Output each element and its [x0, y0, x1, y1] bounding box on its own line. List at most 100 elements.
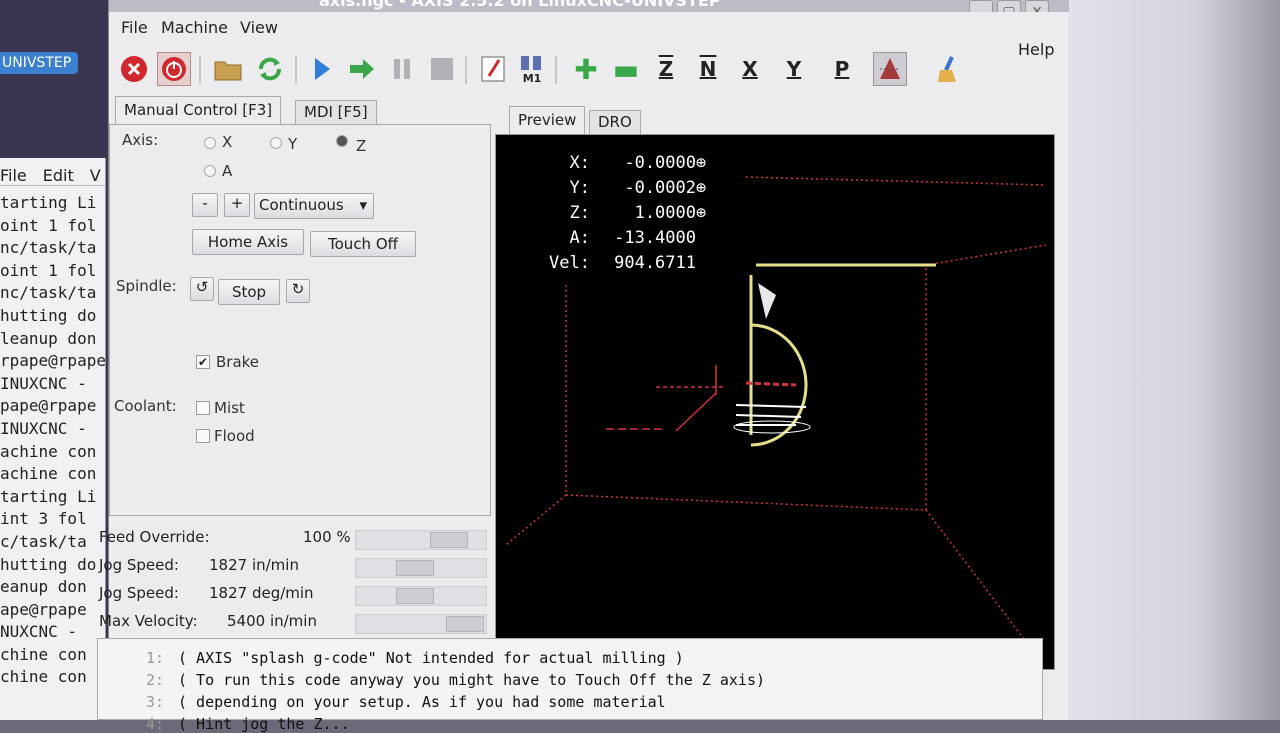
jog-speed-slider[interactable]: [355, 558, 487, 578]
brake-checkbox[interactable]: ✔: [196, 355, 210, 369]
view-z2-button[interactable]: N: [691, 52, 725, 86]
spindle-cw-button[interactable]: ↻: [286, 279, 310, 303]
minus-icon: ▬: [612, 52, 640, 86]
jog-mode-select[interactable]: Continuous ▾: [254, 193, 374, 219]
tab-dro[interactable]: DRO: [589, 110, 641, 134]
max-velocity-slider[interactable]: [355, 614, 487, 634]
feed-override-thumb[interactable]: [430, 532, 468, 548]
block-delete-button[interactable]: [477, 52, 511, 86]
preview-canvas[interactable]: X: -0.0000 ⊕ Y: -0.0002 ⊕ Z: 1.0000 ⊕ A: -13…: [495, 134, 1055, 670]
menu-file[interactable]: File: [121, 18, 148, 37]
close-window-button[interactable]: ✕: [1025, 0, 1049, 12]
terminal-line: hutting do: [0, 554, 97, 574]
axis-z-label: Z: [356, 137, 367, 155]
terminal-menu-edit[interactable]: Edit: [43, 166, 74, 185]
view-y-button[interactable]: Y: [777, 52, 811, 86]
max-velocity-value: 5400 in/min: [227, 612, 317, 630]
mist-checkbox[interactable]: [196, 401, 210, 415]
terminal-line: nc/task/ta: [0, 238, 97, 258]
gcode-listing[interactable]: 1:( AXIS "splash g-code" Not intended fo…: [97, 638, 1043, 733]
feed-override-row: Feed Override: 100 %: [99, 524, 497, 552]
maximize-button[interactable]: ▢: [997, 0, 1021, 12]
jog-speed-value: 1827 in/min: [209, 556, 299, 574]
menu-machine[interactable]: Machine: [161, 18, 228, 37]
m1-label: M1: [522, 71, 542, 85]
axis-y-radio[interactable]: [270, 137, 282, 149]
reload-icon: [259, 57, 281, 81]
origin-axes: [606, 365, 726, 432]
plus-icon: ✚: [574, 52, 598, 86]
axis-y-label: Y: [288, 135, 298, 153]
feed-override-label: Feed Override:: [99, 528, 210, 546]
window-title: axis.ngc - AXIS 2.5.2 on LinuxCNC-UNIVST…: [319, 0, 721, 10]
machine-power-button[interactable]: [157, 52, 191, 86]
power-icon: [162, 57, 186, 81]
rotate-ccw-icon: ↺: [195, 278, 209, 296]
tab-manual-control[interactable]: Manual Control [F3]: [115, 96, 282, 124]
terminal-line: NUXCNC -: [0, 622, 78, 642]
jog-speed-row: Jog Speed: 1827 in/min: [99, 552, 497, 580]
tab-mdi[interactable]: MDI [F5]: [295, 100, 377, 124]
pause-icon: [394, 59, 410, 79]
view-z-button[interactable]: Z: [649, 52, 683, 86]
view-p-label: P: [834, 57, 850, 81]
terminal-line: oint 1 fol: [0, 260, 97, 280]
rotate-view-button[interactable]: [873, 52, 907, 86]
terminal-line: leanup don: [0, 328, 97, 348]
touch-off-button[interactable]: Touch Off: [310, 231, 416, 257]
tab-preview[interactable]: Preview: [509, 106, 586, 134]
view-x-button[interactable]: X: [733, 52, 767, 86]
axis-a-radio[interactable]: [204, 165, 216, 177]
jog-speed-thumb[interactable]: [396, 560, 434, 576]
axis-window: axis.ngc - AXIS 2.5.2 on LinuxCNC-UNIVST…: [97, 0, 1069, 733]
terminal-line: tarting Li: [0, 193, 97, 212]
zoom-in-button[interactable]: ✚: [569, 52, 603, 86]
optional-stop-button[interactable]: M1: [515, 52, 549, 86]
axis-a-label: A: [222, 162, 233, 180]
estop-icon: [121, 56, 147, 82]
jog-minus-button[interactable]: -: [192, 193, 218, 217]
axis-z-radio[interactable]: [336, 135, 348, 147]
axis-x-radio[interactable]: [204, 137, 216, 149]
optional-stop-icon: [521, 55, 541, 70]
view-x-label: X: [742, 57, 758, 81]
cone-icon: [880, 58, 900, 79]
zoom-out-button[interactable]: ▬: [609, 52, 643, 86]
feed-override-slider[interactable]: [355, 530, 487, 550]
flood-label: Flood: [214, 427, 255, 445]
manual-control-panel: Axis: X Y Z A - + Continuous ▾ Home Axis…: [109, 124, 491, 516]
angular-jog-speed-thumb[interactable]: [396, 588, 434, 604]
view-z2-label: N: [699, 57, 717, 81]
terminal-menubar: File Edit V: [0, 158, 105, 186]
reload-button[interactable]: [253, 52, 287, 86]
feed-override-value: 100 %: [303, 528, 351, 546]
terminal-line: nc/task/ta: [0, 283, 97, 303]
max-velocity-row: Max Velocity: 5400 in/min: [99, 608, 497, 636]
view-y-label: Y: [786, 57, 802, 81]
spindle-ccw-button[interactable]: ↺: [190, 277, 214, 301]
estop-button[interactable]: [117, 52, 151, 86]
menu-view[interactable]: View: [240, 18, 278, 37]
stop-icon: [431, 58, 453, 80]
view-p-button[interactable]: P: [825, 52, 859, 86]
spindle-stop-button[interactable]: Stop: [218, 279, 280, 305]
jog-mode-value: Continuous: [259, 196, 344, 214]
minimize-button[interactable]: ▁: [969, 0, 993, 12]
terminal-menu-view[interactable]: V: [90, 166, 101, 185]
stop-button[interactable]: [425, 52, 459, 86]
step-button[interactable]: [345, 52, 379, 86]
view-z-label: Z: [658, 57, 674, 81]
terminal-line: int 3 fol: [0, 509, 87, 529]
flood-checkbox[interactable]: [196, 429, 210, 443]
angular-jog-speed-slider[interactable]: [355, 586, 487, 606]
terminal-menu-file[interactable]: File: [0, 166, 27, 185]
clear-backplot-button[interactable]: [931, 52, 965, 86]
home-axis-button[interactable]: Home Axis: [192, 229, 304, 255]
tool-cone-icon: [758, 283, 776, 319]
jog-plus-button[interactable]: +: [224, 193, 250, 217]
pause-button[interactable]: [385, 52, 419, 86]
terminal-line: INUXCNC -: [0, 373, 87, 393]
max-velocity-thumb[interactable]: [446, 616, 484, 632]
open-file-button[interactable]: [211, 52, 245, 86]
run-button[interactable]: [305, 52, 339, 86]
